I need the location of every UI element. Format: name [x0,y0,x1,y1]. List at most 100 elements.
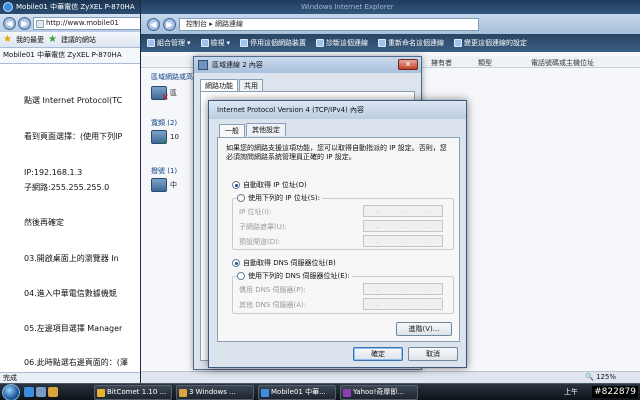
column-type[interactable]: 類型 [478,58,492,68]
suggested-sites-link[interactable]: 建議的網站 [61,35,96,45]
advanced-button[interactable]: 進階(V)... [396,322,452,336]
tcpip-dialog-titlebar: Internet Protocol Version 4 (TCP/IPv4) 內… [209,101,466,119]
taskbar: BitComet 1.10 ... 3 Windows ... Mobile01… [0,383,640,400]
lan-dialog-titlebar: 區域連線 2 內容 ✕ [194,57,421,73]
address-bar[interactable]: http://www.mobile01 [33,16,155,30]
back-button[interactable]: ◀ [147,17,160,31]
article-line: 05.左邊項目選擇 Manager [24,324,123,333]
cancel-button[interactable]: 取消 [408,347,458,361]
connection-lan[interactable]: 區 [151,86,177,103]
breadcrumb[interactable]: 控制台 ▸ 網路連線 [179,17,479,31]
browser-navbar: ◀ ▶ http://www.mobile01 [0,14,155,32]
forward-button[interactable]: ▶ [18,16,31,30]
tcpip-dialog-title: Internet Protocol Version 4 (TCP/IPv4) 內… [217,106,364,114]
radio-use-following-ip[interactable] [237,194,245,202]
ip-address-input[interactable]: ... [363,205,443,217]
yahoo-messenger-icon [343,389,351,397]
close-button[interactable]: ✕ [398,59,418,70]
task-yahoo-messenger[interactable]: Yahoo!奇摩即... [340,385,418,400]
settings-icon [454,39,463,47]
browser-title: Mobile01 中華電信 ZyXEL P-870HA [16,3,135,11]
connected-network-icon [151,130,169,147]
tab-alternate-configuration[interactable]: 其他設定 [246,123,286,136]
group-broadband: 寬頻 (2) [151,119,178,127]
default-gateway-input[interactable]: ... [363,235,443,247]
views-icon [200,39,209,47]
article-line: 點選 Internet Protocol(TC [24,96,123,105]
browser-status-bar: 完成 [0,372,155,383]
organize-icon [147,39,155,47]
column-phone-host[interactable]: 電話號碼或主機位址 [531,58,594,68]
tcpip-properties-dialog: Internet Protocol Version 4 (TCP/IPv4) 內… [208,100,467,368]
bitcomet-icon [97,389,105,397]
radio-obtain-ip-auto[interactable] [232,181,240,189]
manual-ip-group: 使用下列的 IP 位址(S): IP 位址(I): ... 子網路遮罩(U): … [232,193,454,250]
change-settings-button[interactable]: 變更這個連線的設定 [454,38,527,48]
breadcrumb-control-panel[interactable]: 控制台 [186,20,207,28]
explorer-title: Windows Internet Explorer [301,3,394,11]
use-following-dns-option[interactable]: 使用下列的 DNS 伺服器位址(E): [237,271,352,281]
page-icon [36,19,44,28]
default-gateway-label: 預設閘道(D): [239,238,281,246]
rename-button[interactable]: 重新命名這個連線 [378,38,444,48]
rename-icon [378,39,387,47]
connection-dialup[interactable]: 中 [151,178,177,192]
favorites-button[interactable]: 我的最愛 [16,35,44,45]
radio-obtain-dns-auto[interactable] [232,259,240,267]
status-text: 完成 [3,374,17,382]
alternate-dns-input[interactable]: ... [363,298,443,310]
organize-button[interactable]: 組合管理 ▾ [147,38,191,48]
watermark: #822879 [592,386,638,398]
tcpip-dialog-tabs: 一般 其他設定 [219,123,287,137]
obtain-ip-automatically-option[interactable]: 自動取得 IP 位址(O) [232,180,307,190]
favorites-star-icon[interactable]: ★ [3,34,12,45]
explorer-toolbar: 組合管理 ▾ 檢視 ▾ 停用這個網路裝置 診斷這個連線 重新命名這個連線 變更這… [141,34,640,52]
disable-device-button[interactable]: 停用這個網路裝置 [240,38,306,48]
explorer-status-bar: 🔍 125% [141,371,640,383]
zoom-level[interactable]: 🔍 125% [585,373,616,381]
browser-titlebar: Mobile01 中華電信 ZyXEL P-870HA [0,0,155,14]
lan-dialog-title: 區域連線 2 內容 [212,61,263,69]
views-button[interactable]: 檢視 ▾ [200,38,230,48]
add-favorite-icon[interactable]: ★ [48,34,57,45]
diagnose-button[interactable]: 診斷這個連線 [316,38,368,48]
browser-tab[interactable]: Mobile01 中華電信 ZyXEL P-870HA [0,48,155,64]
internet-explorer-icon [3,2,13,12]
quicklaunch-folder-icon[interactable] [48,387,58,397]
obtain-dns-automatically-option[interactable]: 自動取得 DNS 伺服器位址(B) [232,258,336,268]
start-button[interactable] [2,384,20,400]
preferred-dns-label: 慣用 DNS 伺服器(P): [239,286,306,294]
ip-address-label: IP 位址(I): [239,208,272,216]
preferred-dns-input[interactable]: ... [363,283,443,295]
internet-explorer-icon [261,389,269,397]
task-windows-explorer[interactable]: 3 Windows ... [176,385,254,400]
tab-general[interactable]: 一般 [219,124,245,137]
favorites-bar: ★ 我的最愛 ★ 建議的網站 [0,32,155,48]
quicklaunch-ie-icon[interactable] [24,387,34,397]
disable-icon [240,39,249,47]
diagnose-icon [316,39,325,47]
column-owner[interactable]: 擁有者 [431,58,452,68]
back-button[interactable]: ◀ [3,16,16,30]
folder-icon [179,389,187,397]
forward-button[interactable]: ▶ [163,17,176,31]
radio-use-following-dns[interactable] [237,272,245,280]
disconnected-network-icon [151,86,169,103]
general-tab-panel: 如果您的網路支援這項功能，您可以取得自動指派的 IP 設定。否則，您必須詢問網路… [217,137,460,342]
use-following-ip-option[interactable]: 使用下列的 IP 位址(S): [237,193,322,203]
subnet-mask-label: 子網路遮罩(U): [239,223,287,231]
connection-broadband[interactable]: 10 [151,130,179,147]
system-tray: 上午 #822879 [560,384,640,400]
subnet-mask-input[interactable]: ... [363,220,443,232]
article-line: 04.進入中華電信數據機競 [24,289,117,298]
task-bitcomet[interactable]: BitComet 1.10 ... [94,385,172,400]
manual-dns-group: 使用下列的 DNS 伺服器位址(E): 慣用 DNS 伺服器(P): ... 其… [232,271,454,314]
article-line: 看到頁面選擇：(使用下列IP [24,132,123,141]
ok-button[interactable]: 確定 [353,347,403,361]
article-line: 然後再確定 [24,218,64,227]
breadcrumb-network-connections[interactable]: 網路連線 [215,20,243,28]
clock[interactable]: 上午 [564,384,578,400]
tab-title: Mobile01 中華電信 ZyXEL P-870HA [3,51,122,59]
quicklaunch-desktop-icon[interactable] [36,387,46,397]
task-mobile01-browser[interactable]: Mobile01 中華... [258,385,336,400]
